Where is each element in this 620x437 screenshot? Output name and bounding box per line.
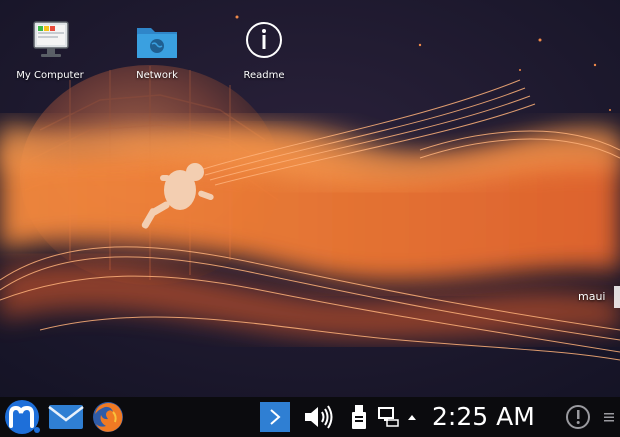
desktop-icon-label: Network <box>136 70 178 81</box>
start-menu-button[interactable] <box>0 397 44 437</box>
expand-tray-button[interactable] <box>404 397 420 437</box>
show-hidden-button[interactable] <box>258 397 292 437</box>
volume-button[interactable] <box>300 397 336 437</box>
firefox-launcher[interactable] <box>88 397 128 437</box>
alert-icon <box>566 405 590 429</box>
edge-handle[interactable] <box>614 286 620 308</box>
mail-icon <box>48 405 84 429</box>
clock[interactable]: 2:25 AM <box>432 397 535 437</box>
firefox-icon <box>93 402 123 432</box>
desktop-icon-label: My Computer <box>16 70 84 81</box>
network-folder-icon <box>133 18 181 66</box>
maui-logo-icon <box>5 400 40 434</box>
network-status-button[interactable] <box>376 397 402 437</box>
username-label: maui <box>578 290 606 303</box>
hamburger-icon <box>604 413 614 422</box>
desktop-icon-readme[interactable]: Readme <box>219 18 309 81</box>
mail-launcher[interactable] <box>46 397 86 437</box>
notifications-button[interactable] <box>564 397 592 437</box>
arrow-up-icon <box>408 415 416 420</box>
usb-icon <box>352 405 366 429</box>
menu-button[interactable] <box>600 397 618 437</box>
desktop-icon-label: Readme <box>243 70 285 81</box>
desktop-icon-network[interactable]: Network <box>112 18 202 81</box>
speaker-icon <box>305 405 333 429</box>
usb-device-button[interactable] <box>348 397 370 437</box>
chevron-right-icon <box>260 402 290 432</box>
taskbar: 2:25 AM <box>0 397 620 437</box>
info-icon <box>240 18 288 66</box>
network-monitor-icon <box>378 407 399 427</box>
desktop-icon-my-computer[interactable]: My Computer <box>5 18 95 81</box>
computer-icon <box>26 18 74 66</box>
